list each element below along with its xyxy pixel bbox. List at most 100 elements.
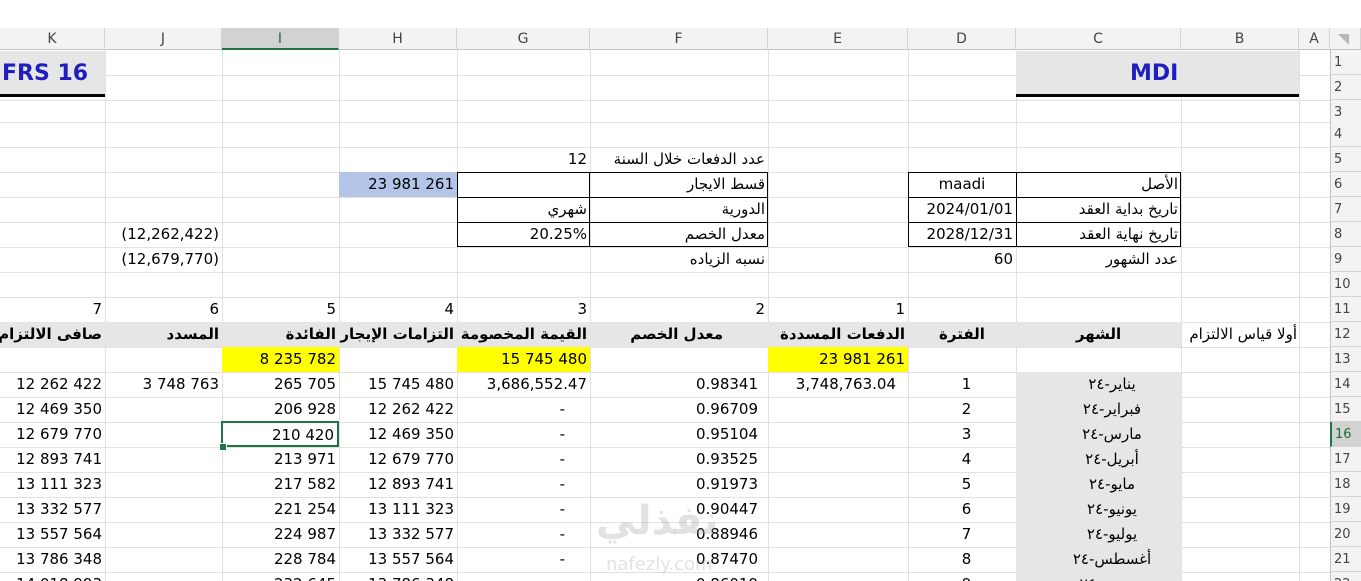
cell-lease[interactable]: 13 332 577 bbox=[339, 522, 457, 547]
cell-net[interactable]: 13 786 348 bbox=[0, 547, 105, 572]
row-header[interactable]: 14 bbox=[1330, 372, 1361, 397]
row-header[interactable]: 20 bbox=[1330, 522, 1361, 547]
col-number[interactable]: 1 bbox=[768, 297, 908, 322]
cell-interest[interactable]: 228 784 bbox=[222, 547, 339, 572]
cell-pv[interactable]: 3,686,552.47 bbox=[457, 372, 590, 397]
cell-month[interactable]: يونيو-٢٤ bbox=[1016, 497, 1181, 522]
row-header[interactable]: 11 bbox=[1330, 297, 1361, 322]
payments-per-year-label[interactable]: عدد الدفعات خلال السنة bbox=[590, 147, 768, 172]
column-header-j[interactable]: J bbox=[105, 28, 222, 50]
header-paid[interactable]: المسدد bbox=[105, 322, 222, 347]
header-period[interactable]: الفترة bbox=[908, 322, 1016, 347]
row-header[interactable]: 19 bbox=[1330, 497, 1361, 522]
cell-lease[interactable]: 12 893 741 bbox=[339, 472, 457, 497]
cell-net[interactable]: 12 679 770 bbox=[0, 422, 105, 447]
cell-net[interactable]: 12 469 350 bbox=[0, 397, 105, 422]
cell-payments[interactable] bbox=[768, 522, 908, 547]
col-number[interactable]: 3 bbox=[457, 297, 590, 322]
cell-month[interactable]: أغسطس-٢٤ bbox=[1016, 547, 1181, 572]
column-header-d[interactable]: D bbox=[908, 28, 1016, 50]
total-pv[interactable]: 15 745 480 bbox=[457, 347, 590, 372]
cell-lease[interactable]: 15 745 480 bbox=[339, 372, 457, 397]
row-header[interactable]: 18 bbox=[1330, 472, 1361, 497]
period-label[interactable]: الدورية bbox=[590, 197, 768, 222]
row-header[interactable]: 1 bbox=[1330, 50, 1361, 75]
cell-payments[interactable] bbox=[768, 497, 908, 522]
cell-interest[interactable]: 224 987 bbox=[222, 522, 339, 547]
column-header-h[interactable]: H bbox=[339, 28, 457, 50]
row-header[interactable]: 9 bbox=[1330, 247, 1361, 272]
cell-net[interactable]: 12 893 741 bbox=[0, 447, 105, 472]
cell-lease[interactable]: 12 262 422 bbox=[339, 397, 457, 422]
cell-lease[interactable]: 13 111 323 bbox=[339, 497, 457, 522]
asset-value[interactable]: maadi bbox=[908, 172, 1016, 197]
row-header[interactable]: 10 bbox=[1330, 272, 1361, 297]
column-header-a[interactable]: A bbox=[1299, 28, 1330, 50]
end-date-label[interactable]: تاريخ نهاية العقد bbox=[1016, 222, 1181, 247]
header-first-measure[interactable]: أولا قياس الالتزام bbox=[1181, 322, 1299, 347]
header-interest[interactable]: الفائدة bbox=[222, 322, 339, 347]
cell-month[interactable]: مارس-٢٤ bbox=[1016, 422, 1181, 447]
discount-rate-label[interactable]: معدل الخصم bbox=[590, 222, 768, 247]
cell-month[interactable]: سبتمبر-٢٤ bbox=[1016, 572, 1181, 581]
column-header-c[interactable]: C bbox=[1016, 28, 1181, 50]
increase-rate-label[interactable]: نسبه الزياده bbox=[590, 247, 768, 272]
row-header[interactable]: 8 bbox=[1330, 222, 1361, 247]
row-header[interactable]: 16 bbox=[1330, 422, 1361, 447]
cell-period[interactable]: 1 bbox=[908, 372, 1016, 397]
cell-period[interactable]: 6 bbox=[908, 497, 1016, 522]
column-header-e[interactable]: E bbox=[768, 28, 908, 50]
cell-pv[interactable]: - bbox=[457, 447, 590, 472]
cell-interest[interactable]: 221 254 bbox=[222, 497, 339, 522]
cell-payments[interactable] bbox=[768, 447, 908, 472]
cell-month[interactable]: فبراير-٢٤ bbox=[1016, 397, 1181, 422]
row-header[interactable]: 6 bbox=[1330, 172, 1361, 197]
column-header-i[interactable]: I bbox=[222, 28, 339, 50]
spreadsheet[interactable]: K J I H G F E D C B A 1 2 3 4 5 6 7 8 9 … bbox=[0, 0, 1361, 581]
cell-net[interactable]: 13 557 564 bbox=[0, 522, 105, 547]
j8-value[interactable]: (12,262,422) bbox=[105, 222, 222, 247]
cell-lease[interactable]: 13 786 348 bbox=[339, 572, 457, 581]
cell-period[interactable]: 2 bbox=[908, 397, 1016, 422]
cell-period[interactable]: 5 bbox=[908, 472, 1016, 497]
row-header[interactable]: 7 bbox=[1330, 197, 1361, 222]
cell-payments[interactable] bbox=[768, 397, 908, 422]
cell-paid[interactable] bbox=[105, 397, 222, 422]
cell-pv[interactable]: - bbox=[457, 522, 590, 547]
cell-month[interactable]: مايو-٢٤ bbox=[1016, 472, 1181, 497]
cell-net[interactable]: 13 111 323 bbox=[0, 472, 105, 497]
cell-paid[interactable] bbox=[105, 572, 222, 581]
start-date-label[interactable]: تاريخ بداية العقد bbox=[1016, 197, 1181, 222]
payments-per-year-value[interactable]: 12 bbox=[457, 147, 590, 172]
cell-paid[interactable] bbox=[105, 497, 222, 522]
cell-lease[interactable]: 13 557 564 bbox=[339, 547, 457, 572]
row-header[interactable]: 22 bbox=[1330, 572, 1361, 581]
cell-period[interactable]: 9 bbox=[908, 572, 1016, 581]
cell-payments[interactable] bbox=[768, 547, 908, 572]
cell-payments[interactable] bbox=[768, 472, 908, 497]
cell-net[interactable]: 14 018 993 bbox=[0, 572, 105, 581]
discount-rate-value[interactable]: 20.25% bbox=[457, 222, 590, 247]
j9-value[interactable]: (12,679,770) bbox=[105, 247, 222, 272]
row-header[interactable]: 13 bbox=[1330, 347, 1361, 372]
start-date-value[interactable]: 2024/01/01 bbox=[908, 197, 1016, 222]
cell-interest[interactable]: 213 971 bbox=[222, 447, 339, 472]
col-number[interactable]: 6 bbox=[105, 297, 222, 322]
select-all-corner[interactable] bbox=[1330, 28, 1361, 50]
header-month[interactable]: الشهر bbox=[1016, 322, 1181, 347]
cell-paid[interactable] bbox=[105, 422, 222, 447]
cell-month[interactable]: أبريل-٢٤ bbox=[1016, 447, 1181, 472]
total-interest[interactable]: 8 235 782 bbox=[222, 347, 339, 372]
cell-interest[interactable]: 217 582 bbox=[222, 472, 339, 497]
cell-lease[interactable]: 12 679 770 bbox=[339, 447, 457, 472]
column-header-f[interactable]: F bbox=[590, 28, 768, 50]
cell-payments[interactable] bbox=[768, 572, 908, 581]
end-date-value[interactable]: 2028/12/31 bbox=[908, 222, 1016, 247]
period-value[interactable]: شهري bbox=[457, 197, 590, 222]
cell-rate[interactable]: 0.91973 bbox=[590, 472, 768, 497]
cell-rate[interactable]: 0.98341 bbox=[590, 372, 768, 397]
cell-net[interactable]: 13 332 577 bbox=[0, 497, 105, 522]
row-header[interactable]: 4 bbox=[1330, 122, 1361, 147]
cell-paid[interactable] bbox=[105, 522, 222, 547]
cell-pv[interactable]: - bbox=[457, 497, 590, 522]
